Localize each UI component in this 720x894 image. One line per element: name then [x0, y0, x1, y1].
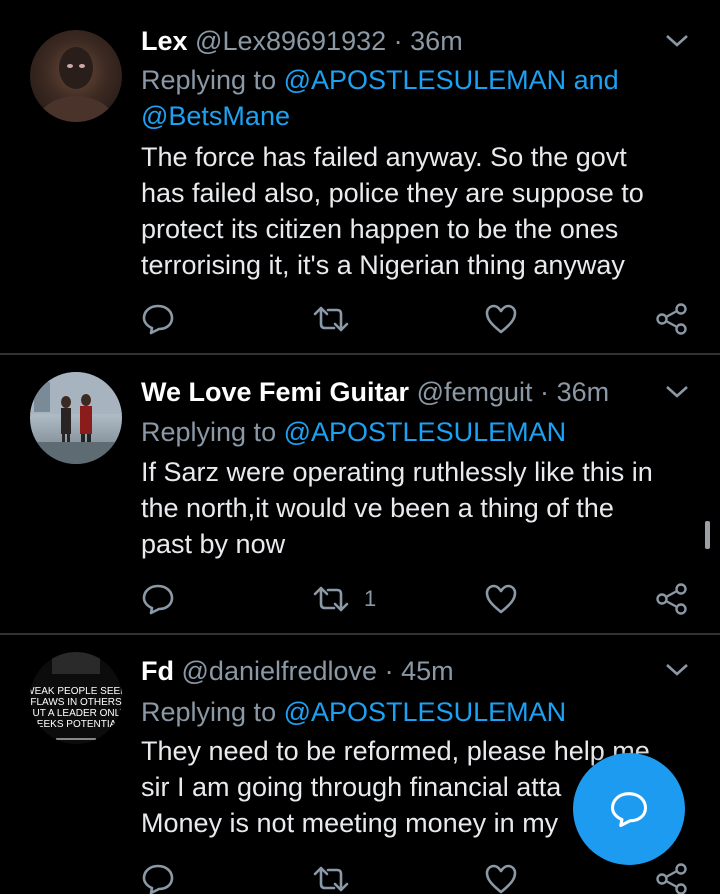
reply-icon — [142, 584, 174, 615]
replying-to: Replying to @APOSTLESULEMAN and @BetsMan… — [141, 62, 661, 134]
tweet-header: Fd @danielfredlove · 45m — [141, 651, 454, 691]
avatar[interactable] — [30, 372, 122, 464]
tweet-text-line: protect its citizen happen to be the one… — [141, 214, 619, 244]
replying-prefix: Replying to — [141, 65, 277, 95]
tweet-text: The force has failed anyway. So the govt… — [141, 139, 681, 283]
avatar-quote-image: WEAK PEOPLE SEEK FLAWS IN OTHERS BUT A L… — [30, 652, 122, 740]
replying-prefix: Replying to — [141, 697, 277, 727]
like-button[interactable] — [484, 579, 518, 619]
retweet-icon — [313, 866, 349, 892]
action-bar: 1 — [0, 579, 720, 619]
chevron-down-icon[interactable] — [664, 382, 690, 402]
avatar[interactable]: WEAK PEOPLE SEEK FLAWS IN OTHERS BUT A L… — [30, 652, 122, 744]
display-name[interactable]: Fd — [141, 656, 174, 686]
separator: · — [540, 377, 550, 407]
chevron-down-icon[interactable] — [664, 31, 690, 51]
action-bar — [0, 859, 720, 894]
mention-link[interactable]: @APOSTLESULEMAN — [284, 65, 567, 95]
avatar-text-line: SEEKS POTENTIAL — [30, 719, 122, 730]
tweet-text-line: terrorising it, it's a Nigerian thing an… — [141, 250, 625, 280]
avatar-photo — [38, 47, 114, 122]
share-icon — [656, 303, 687, 335]
handle[interactable]: @danielfredlove — [182, 656, 378, 686]
tweet-text-line: past by now — [141, 529, 286, 559]
handle[interactable]: @femguit — [417, 377, 533, 407]
retweet-icon — [313, 306, 349, 332]
reply-icon — [142, 304, 174, 335]
replying-prefix: Replying to — [141, 417, 277, 447]
avatar-text-line: BUT A LEADER ONLY — [30, 708, 122, 719]
share-button[interactable] — [655, 579, 689, 619]
separator: · — [393, 26, 403, 56]
handle[interactable]: @Lex89691932 — [195, 26, 386, 56]
avatar-text-line: FLAWS IN OTHERS — [30, 697, 122, 708]
like-icon — [485, 864, 517, 894]
mention-and: and — [573, 65, 619, 95]
tweet-text-line: If Sarz were operating ruthlessly like t… — [141, 457, 653, 487]
mention-link[interactable]: @BetsMane — [141, 101, 290, 131]
tweet[interactable]: We Love Femi Guitar @femguit · 36m Reply… — [0, 355, 720, 635]
tweet-header: Lex @Lex89691932 · 36m — [141, 21, 463, 61]
retweet-button[interactable] — [312, 299, 364, 339]
replying-to: Replying to @APOSTLESULEMAN — [141, 414, 661, 450]
mention-link[interactable]: @APOSTLESULEMAN — [284, 697, 567, 727]
retweet-button[interactable] — [312, 859, 364, 894]
scrollbar-thumb[interactable] — [705, 521, 710, 549]
tweet-text-line: The force has failed anyway. So the govt — [141, 142, 627, 172]
share-button[interactable] — [655, 299, 689, 339]
mention-link[interactable]: @APOSTLESULEMAN — [284, 417, 567, 447]
timestamp[interactable]: 45m — [401, 656, 454, 686]
avatar-text-line: WEAK PEOPLE SEEK — [30, 686, 122, 697]
like-icon — [485, 304, 517, 334]
share-icon — [656, 863, 687, 894]
avatar-photo — [30, 372, 122, 464]
share-icon — [656, 583, 687, 615]
retweet-count: 1 — [364, 586, 377, 611]
reply-icon — [142, 864, 174, 894]
reply-button[interactable] — [141, 859, 175, 894]
like-icon — [485, 584, 517, 614]
avatar[interactable] — [30, 30, 122, 122]
retweet-icon — [313, 586, 349, 612]
timestamp[interactable]: 36m — [410, 26, 463, 56]
timestamp[interactable]: 36m — [557, 377, 610, 407]
reply-button[interactable] — [141, 299, 175, 339]
separator: · — [384, 656, 394, 686]
display-name[interactable]: Lex — [141, 26, 188, 56]
chevron-down-icon[interactable] — [664, 660, 690, 680]
action-bar — [0, 299, 720, 339]
replying-to: Replying to @APOSTLESULEMAN — [141, 694, 661, 730]
share-button[interactable] — [655, 859, 689, 894]
like-button[interactable] — [484, 299, 518, 339]
like-button[interactable] — [484, 859, 518, 894]
retweet-button[interactable]: 1 — [312, 579, 376, 619]
tweet-text-line: the north,it would ve been a thing of th… — [141, 493, 614, 523]
compose-reply-button[interactable] — [573, 753, 685, 865]
tweet-header: We Love Femi Guitar @femguit · 36m — [141, 372, 609, 412]
reply-button[interactable] — [141, 579, 175, 619]
display-name[interactable]: We Love Femi Guitar — [141, 377, 409, 407]
tweet-text-line: has failed also, police they are suppose… — [141, 178, 644, 208]
compose-reply-icon — [611, 792, 647, 827]
tweet-text: If Sarz were operating ruthlessly like t… — [141, 454, 681, 562]
tweet[interactable]: Lex @Lex89691932 · 36m Replying to @APOS… — [0, 0, 720, 354]
